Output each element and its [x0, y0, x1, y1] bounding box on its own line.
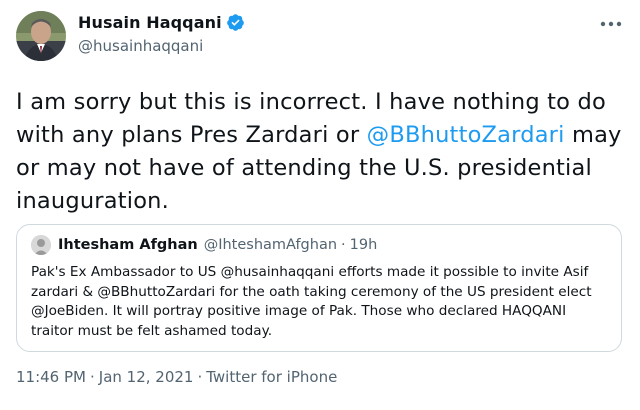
- meta-separator: ·: [197, 368, 203, 386]
- quoted-timestamp: 19h: [349, 237, 378, 253]
- tweet-source-link[interactable]: Twitter for iPhone: [206, 368, 337, 386]
- quoted-author-name: Ihtesham Afghan: [58, 237, 198, 253]
- quoted-tweet[interactable]: Ihtesham Afghan @IhteshamAfghan · 19h Pa…: [16, 224, 622, 352]
- meta-separator: ·: [89, 368, 95, 386]
- author-avatar[interactable]: [16, 11, 66, 61]
- more-options-button[interactable]: [597, 14, 625, 34]
- author-handle[interactable]: @husainhaqqani: [78, 37, 203, 55]
- tweet-mention-link[interactable]: @BBhuttoZardari: [367, 122, 565, 148]
- tweet-time[interactable]: 11:46 PM: [16, 368, 86, 386]
- quoted-tweet-header: Ihtesham Afghan @IhteshamAfghan · 19h: [31, 235, 377, 255]
- quoted-author-avatar: [31, 235, 51, 255]
- more-dots-icon: [600, 21, 622, 27]
- author-display-name[interactable]: Husain Haqqani: [78, 13, 222, 32]
- quoted-tweet-text: Pak's Ex Ambassador to US @husainhaqqani…: [31, 264, 592, 339]
- tweet-card: Husain Haqqani @husainhaqqani I am sorry…: [0, 0, 640, 410]
- quoted-author-handle: @IhteshamAfghan: [203, 237, 338, 253]
- tweet-text: I am sorry but this is incorrect. I have…: [16, 86, 628, 218]
- tweet-date[interactable]: Jan 12, 2021: [99, 368, 194, 386]
- tweet-meta: 11:46 PM · Jan 12, 2021 · Twitter for iPhone: [16, 368, 337, 386]
- verified-badge-icon: [226, 13, 245, 32]
- author-name-row: Husain Haqqani: [78, 13, 245, 32]
- quoted-separator: ·: [341, 237, 346, 253]
